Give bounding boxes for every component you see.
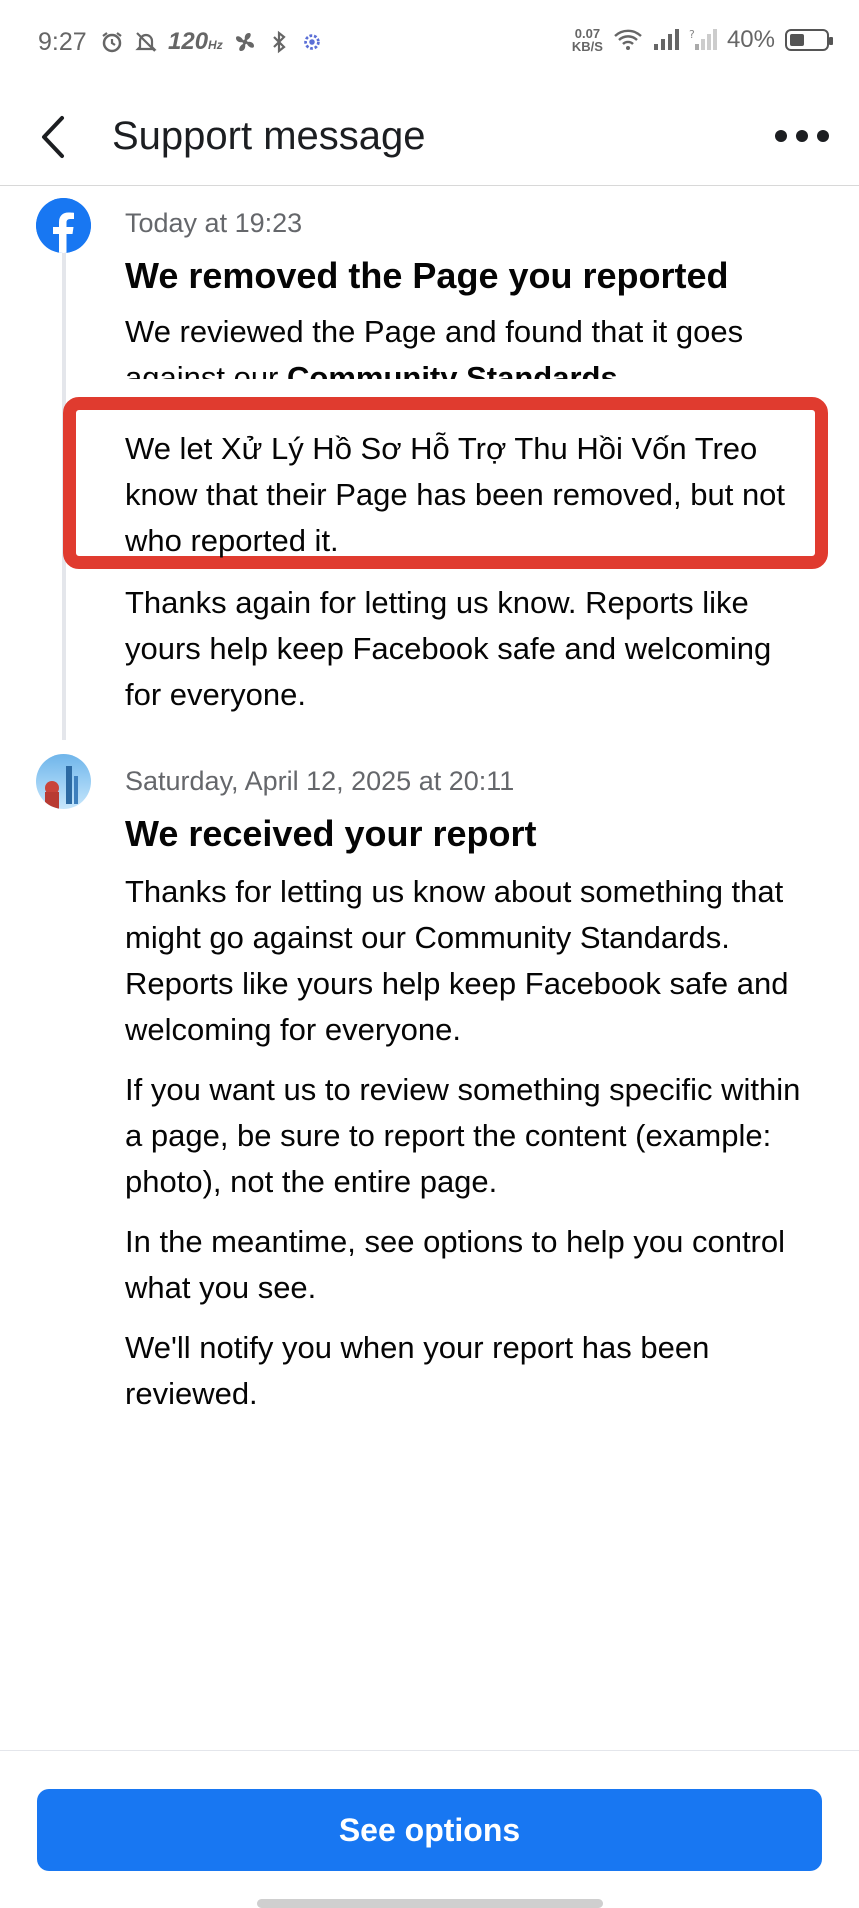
message-paragraph: We reviewed the Page and found that it g… [125, 309, 815, 379]
battery-icon [785, 29, 833, 51]
avatar [36, 754, 91, 809]
wifi-icon [614, 29, 642, 50]
facebook-logo-icon [36, 198, 91, 253]
status-bar: 9:27 120Hz 0.07 KB/S ? 40% [0, 0, 859, 86]
network-speed: 0.07 KB/S [571, 26, 603, 54]
page-title: Support message [112, 114, 426, 158]
settings-small-icon [303, 34, 320, 50]
message-title: We received your report [125, 813, 537, 854]
status-time: 9:27 [38, 28, 87, 56]
signal-weak-icon: ? [689, 28, 717, 50]
message-received: Saturday, April 12, 2025 at 20:11 We rec… [125, 766, 815, 1417]
bell-off-icon [135, 32, 157, 52]
chevron-left-icon [42, 116, 64, 158]
refresh-rate: 120Hz [168, 28, 223, 55]
message-paragraph: If you want us to review something speci… [125, 1072, 801, 1199]
more-horizontal-icon [775, 130, 787, 142]
status-icons-right: 0.07 KB/S ? 40% [571, 26, 833, 54]
see-options-button[interactable]: See options [37, 1789, 822, 1871]
bluetooth-icon [272, 30, 286, 54]
battery-percent: 40% [726, 26, 775, 53]
community-standards-link[interactable]: Community Standards [287, 360, 618, 379]
app-header: Support message [0, 86, 859, 186]
message-title: We removed the Page you reported [125, 255, 729, 296]
svg-text:?: ? [689, 28, 695, 41]
message-timestamp: Saturday, April 12, 2025 at 20:11 [125, 766, 515, 796]
message-paragraph: Thanks again for letting us know. Report… [125, 585, 772, 712]
message-removed: Today at 19:23 We removed the Page you r… [125, 208, 815, 379]
message-thanks: Thanks again for letting us know. Report… [125, 580, 815, 718]
back-button[interactable] [34, 114, 74, 160]
alarm-icon [102, 32, 122, 53]
fan-icon [235, 33, 254, 51]
message-paragraph: In the meantime, see options to help you… [125, 1224, 786, 1305]
message-paragraph: Thanks for letting us know about somethi… [125, 874, 789, 1047]
status-icons-left: 120Hz [100, 28, 323, 56]
message-paragraph: We'll notify you when your report has be… [125, 1330, 710, 1411]
more-options-button[interactable] [775, 124, 829, 148]
message-paragraph-highlighted: We let Xử Lý Hồ Sơ Hỗ Trợ Thu Hồi Vốn Tr… [125, 431, 786, 558]
signal-icon [653, 29, 679, 50]
footer-divider [0, 1750, 859, 1751]
message-timestamp: Today at 19:23 [125, 208, 303, 238]
home-indicator[interactable] [257, 1899, 603, 1908]
